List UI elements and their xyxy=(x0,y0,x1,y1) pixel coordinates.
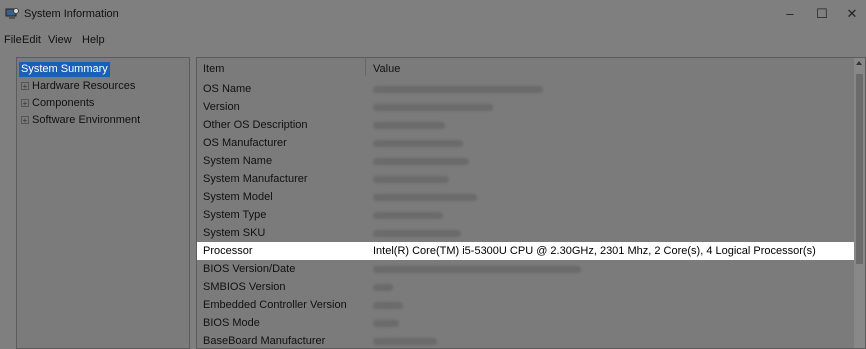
menu-file[interactable]: File xyxy=(4,34,22,46)
menu-view[interactable]: View xyxy=(48,34,72,46)
blurred-value xyxy=(373,302,403,309)
close-button[interactable]: ✕ xyxy=(830,2,866,28)
table-row[interactable]: BaseBoard Manufacturer xyxy=(197,332,855,348)
expand-icon[interactable]: + xyxy=(21,116,29,125)
table-row[interactable]: System Manufacturer xyxy=(197,170,855,188)
table-row[interactable]: System SKU xyxy=(197,224,855,242)
tree-item-software-environment[interactable]: + Software Environment xyxy=(21,114,140,127)
list-rows: OS Name Version Other OS Description OS … xyxy=(197,80,855,348)
column-header-item[interactable]: Item xyxy=(203,63,224,75)
blurred-value xyxy=(373,176,449,183)
blurred-value xyxy=(373,320,399,327)
table-row[interactable]: OS Manufacturer xyxy=(197,134,855,152)
window-title: System Information xyxy=(24,8,119,20)
row-item: Other OS Description xyxy=(203,119,308,131)
table-row[interactable]: SMBIOS Version xyxy=(197,278,855,296)
table-row[interactable]: Embedded Controller Version xyxy=(197,296,855,314)
row-item: System Name xyxy=(203,155,273,167)
table-row[interactable]: Other OS Description xyxy=(197,116,855,134)
system-info-app-icon xyxy=(5,8,19,19)
row-item: BIOS Version/Date xyxy=(203,263,296,275)
title-bar[interactable]: System Information – ☐ ✕ xyxy=(0,0,866,30)
table-row[interactable]: System Model xyxy=(197,188,855,206)
blurred-value xyxy=(373,284,393,291)
row-item: System Model xyxy=(203,191,273,203)
tree-item-hardware-resources[interactable]: + Hardware Resources xyxy=(21,80,135,93)
blurred-value xyxy=(373,338,437,345)
vertical-scrollbar[interactable] xyxy=(854,58,865,348)
table-row[interactable]: BIOS Version/Date xyxy=(197,260,855,278)
tree-item-components[interactable]: + Components xyxy=(21,97,94,110)
column-divider[interactable] xyxy=(365,58,366,76)
row-value: Intel(R) Core(TM) i5-5300U CPU @ 2.30GHz… xyxy=(373,245,816,257)
scroll-up-icon[interactable] xyxy=(856,61,862,65)
details-list[interactable]: Item Value OS Name Version Other OS Desc… xyxy=(196,57,866,349)
row-item: SMBIOS Version xyxy=(203,281,286,293)
row-item: Version xyxy=(203,101,240,113)
row-item: System Manufacturer xyxy=(203,173,308,185)
expand-icon[interactable]: + xyxy=(21,99,29,108)
row-item: BaseBoard Manufacturer xyxy=(203,335,326,347)
table-row[interactable]: OS Name xyxy=(197,80,855,98)
blurred-value xyxy=(373,230,461,237)
menu-help[interactable]: Help xyxy=(82,34,105,46)
tree-item-label: Software Environment xyxy=(32,114,141,126)
category-tree[interactable]: System Summary + Hardware Resources + Comp… xyxy=(16,57,190,349)
blurred-value xyxy=(373,86,543,93)
blurred-value xyxy=(373,104,493,111)
blurred-value xyxy=(373,212,443,219)
table-row[interactable]: System Type xyxy=(197,206,855,224)
blurred-value xyxy=(373,122,445,129)
row-item: System SKU xyxy=(203,227,266,239)
row-item: OS Name xyxy=(203,83,252,95)
blurred-value xyxy=(373,266,581,273)
table-row[interactable]: BIOS Mode xyxy=(197,314,855,332)
tree-item-label: Hardware Resources xyxy=(32,80,136,92)
list-header: Item Value xyxy=(197,58,855,76)
row-item: OS Manufacturer xyxy=(203,137,287,149)
blurred-value xyxy=(373,158,469,165)
tree-item-system-summary[interactable]: System Summary xyxy=(19,62,110,77)
row-item: BIOS Mode xyxy=(203,317,260,329)
expand-icon[interactable]: + xyxy=(21,82,29,91)
row-item: Embedded Controller Version xyxy=(203,299,347,311)
menu-bar: File Edit View Help xyxy=(0,30,866,52)
scroll-thumb[interactable] xyxy=(856,74,863,264)
table-row[interactable]: System Name xyxy=(197,152,855,170)
column-header-value[interactable]: Value xyxy=(373,63,400,75)
row-item: Processor xyxy=(203,245,253,257)
table-row[interactable]: Version xyxy=(197,98,855,116)
table-row-processor[interactable]: Processor Intel(R) Core(TM) i5-5300U CPU … xyxy=(197,242,855,260)
blurred-value xyxy=(373,140,463,147)
system-information-window: System Information – ☐ ✕ File Edit View … xyxy=(0,0,866,349)
tree-item-label: Components xyxy=(32,97,95,109)
blurred-value xyxy=(373,194,477,201)
row-item: System Type xyxy=(203,209,267,221)
menu-edit[interactable]: Edit xyxy=(22,34,41,46)
